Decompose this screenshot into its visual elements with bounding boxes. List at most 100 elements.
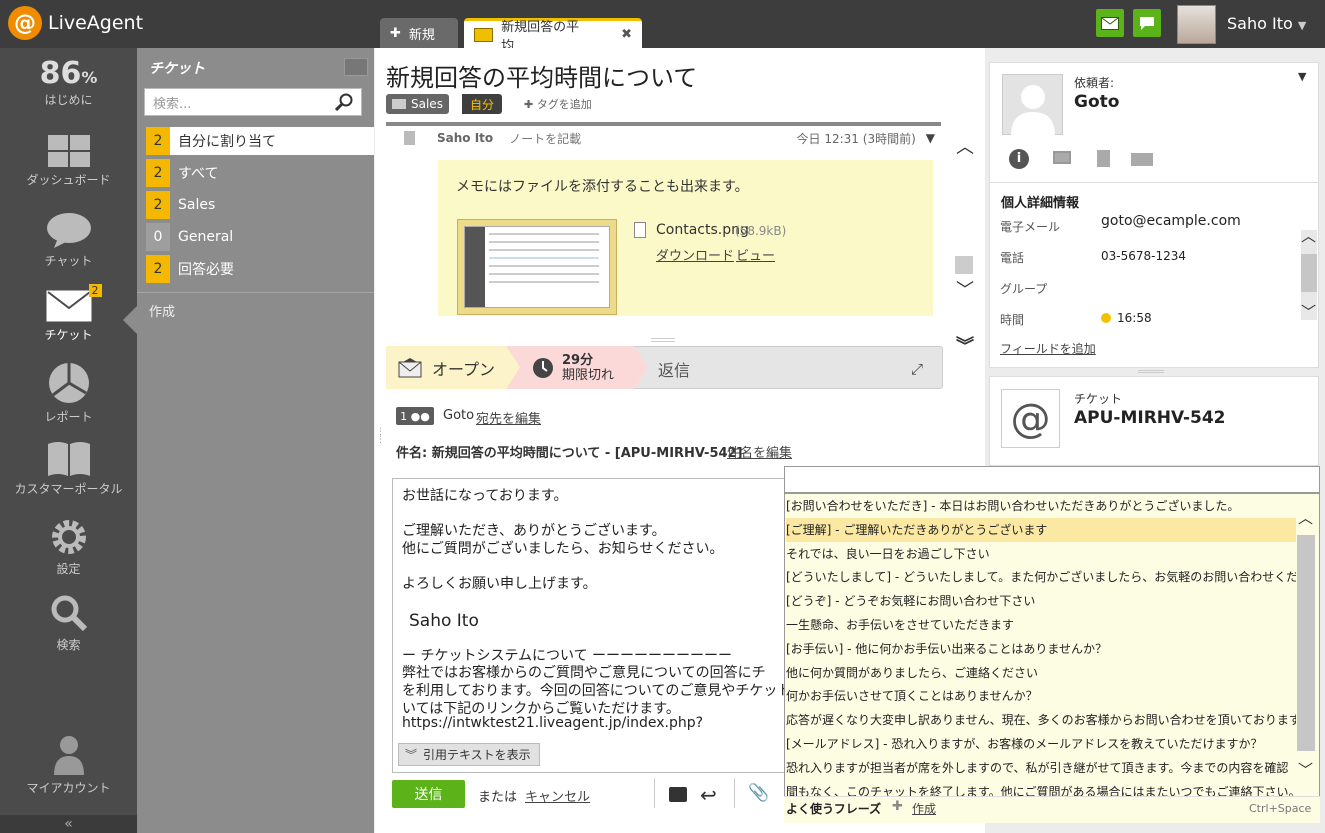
scroll-up-icon[interactable]: ︿ — [956, 139, 974, 157]
resize-grip-icon[interactable]: ⋮ ⋮ — [376, 428, 385, 445]
app-name: LiveAgent — [48, 12, 144, 34]
canned-message-item[interactable]: [どういたしまして] - どういたしまして。また何かございましたら、お気軽のお問… — [786, 565, 1296, 589]
arrow-separator — [634, 346, 648, 389]
field-label-email: 電子メール — [1000, 220, 1061, 234]
canned-message-item[interactable]: 一生懸命、お手伝いをさせていただきます — [786, 613, 1296, 637]
note-header: Saho Ito ノートを記載 今日 12:31 (3時間前) ▼ — [386, 122, 941, 150]
canned-message-item[interactable]: [お問い合わせをいただき] - 本日はお問い合わせいただきありがとうございました… — [786, 494, 1296, 518]
tab-new[interactable]: ✚ 新規 — [380, 18, 458, 48]
ticket-title: 新規回答の平均時間について — [386, 64, 698, 92]
chevron-down-icon[interactable]: ▼ — [926, 131, 935, 145]
reply-editor[interactable]: お世話になっております。 ご理解いただき、ありがとうございます。 他にご質問がご… — [392, 478, 785, 773]
nav-tickets[interactable]: 2 チケット — [0, 284, 137, 343]
new-chat-button[interactable] — [1133, 9, 1161, 37]
attachment-icon[interactable]: 📎 — [748, 783, 769, 803]
filter-all[interactable]: 2 すべて — [146, 159, 374, 187]
chevron-down-icon[interactable]: ▼ — [1298, 70, 1306, 83]
canned-messages-icon[interactable] — [669, 787, 687, 802]
divider — [137, 292, 374, 293]
info-icon[interactable]: i — [1009, 149, 1029, 169]
percent-sign: % — [81, 68, 98, 87]
double-chevron-left-icon: « — [64, 816, 73, 832]
filter-count: 2 — [146, 255, 170, 283]
filter-general[interactable]: 0 General — [146, 223, 374, 251]
scrollbar-thumb[interactable] — [1301, 254, 1317, 292]
send-button[interactable]: 送信 — [392, 780, 465, 808]
nav-my-account[interactable]: マイアカウント — [0, 735, 137, 796]
edit-subject-link[interactable]: 件名を編集 — [727, 442, 792, 461]
edit-recipients-link[interactable]: 宛先を編集 — [476, 408, 541, 427]
note-text: メモにはファイルを添付することも出来ます。 — [456, 179, 749, 195]
nav-dashboard[interactable]: ダッシュボード — [0, 135, 137, 188]
scrollbar-thumb[interactable] — [955, 256, 973, 274]
app-logo[interactable]: @ LiveAgent — [8, 6, 143, 40]
attachment-thumbnail[interactable] — [457, 219, 617, 315]
note-author: Saho Ito — [437, 131, 494, 145]
user-avatar[interactable] — [1177, 5, 1216, 44]
collapse-nav-button[interactable]: « — [0, 815, 137, 833]
create-filter-link[interactable]: 作成 — [149, 301, 175, 320]
scroll-up-icon[interactable]: ︿ — [1298, 511, 1313, 526]
canned-message-item[interactable]: [どうぞ] - どうぞお気軽にお問い合わせ下さい — [786, 589, 1296, 613]
user-menu[interactable]: Saho Ito ▼ — [1227, 14, 1306, 33]
status-open[interactable]: オープン — [386, 346, 506, 389]
canned-message-search[interactable] — [784, 466, 1320, 493]
tab-new-label: 新規 — [408, 27, 435, 43]
filter-search-input[interactable]: 検索... — [144, 88, 362, 116]
filter-sales[interactable]: 2 Sales — [146, 191, 374, 219]
divider — [734, 778, 735, 808]
canned-message-item[interactable]: それでは、良い一日をお過ごし下さい — [786, 542, 1296, 566]
scroll-up-icon[interactable]: ︿ — [1301, 229, 1316, 244]
nav-reports[interactable]: レポート — [0, 362, 137, 425]
canned-message-item[interactable]: [メールアドレス] - 恐れ入りますが、お客様のメールアドレスを教えていただけま… — [786, 732, 1296, 756]
new-email-button[interactable] — [1096, 9, 1124, 37]
view-link[interactable]: ビュー — [736, 245, 775, 264]
show-quoted-text-button[interactable]: ︾ 引用テキストを表示 — [398, 743, 540, 766]
details-title: 個人詳細情報 — [1001, 196, 1080, 211]
requester-name: Goto — [1074, 92, 1120, 112]
nav-getting-started[interactable]: 86% はじめに — [0, 56, 137, 108]
or-text: または — [478, 790, 518, 805]
canned-message-item[interactable]: [ご理解] - ご理解いただきありがとうございます — [786, 517, 1296, 542]
nav-customer-portal[interactable]: カスタマーポータル — [0, 440, 137, 497]
nav-chat[interactable]: チャット — [0, 212, 137, 269]
scroll-down-icon[interactable]: ﹀ — [1301, 305, 1316, 320]
filter-needs-reply[interactable]: 2 回答必要 — [146, 255, 374, 283]
resize-handle[interactable] — [1138, 370, 1164, 373]
nav-search[interactable]: 検索 — [0, 594, 137, 653]
filter-assigned-to-me[interactable]: 2 自分に割り当て — [146, 127, 374, 155]
recipient-count: 1 — [400, 409, 408, 423]
scroll-down-icon[interactable]: ﹀ — [1298, 763, 1313, 778]
reply-icon[interactable]: ↩ — [700, 783, 717, 807]
nav-label: レポート — [44, 410, 93, 424]
resize-handle[interactable] — [651, 338, 675, 342]
mail-icon[interactable] — [1131, 153, 1153, 166]
cancel-link[interactable]: キャンセル — [525, 786, 590, 805]
canned-message-item[interactable]: 恐れ入りますが担当者が席を外しますので、私が引き継がせて頂きます。今までの内容を… — [786, 756, 1296, 780]
panel-toggle-icon[interactable] — [344, 58, 368, 76]
search-icon[interactable] — [335, 93, 353, 111]
chat-bubble-icon — [46, 213, 91, 248]
scrollbar-thumb[interactable] — [1297, 535, 1315, 751]
owner-tag[interactable]: 自分 — [462, 94, 503, 114]
document-icon[interactable] — [1097, 150, 1110, 167]
close-icon[interactable]: ✖ — [621, 27, 632, 42]
department-tag[interactable]: Sales — [386, 94, 449, 114]
add-field-link[interactable]: フィールドを追加 — [1000, 340, 1096, 357]
monitor-icon[interactable] — [1053, 151, 1071, 164]
fullscreen-icon[interactable]: ⤢ — [911, 360, 923, 378]
expand-all-icon[interactable]: ︾ — [956, 338, 974, 356]
status-reply[interactable]: 返信 — [658, 357, 690, 381]
canned-create-link[interactable]: 作成 — [912, 800, 936, 817]
nav-label: マイアカウント — [26, 781, 111, 795]
canned-message-item[interactable]: 何かお手伝いさせて頂くことはありませんか？ — [786, 684, 1296, 708]
add-tag-button[interactable]: ✚ タグを追加 — [524, 96, 592, 112]
tab-ticket[interactable]: 新規回答の平均... ✖ — [464, 18, 642, 54]
scroll-down-icon[interactable]: ﹀ — [956, 282, 974, 300]
field-label-group: グループ — [1000, 282, 1048, 296]
download-link[interactable]: ダウンロード — [656, 245, 734, 264]
nav-settings[interactable]: 設定 — [0, 518, 137, 577]
canned-message-item[interactable]: 応答が遅くなり大変申し訳ありません、現在、多くのお客様からお問い合わせを頂いてお… — [786, 708, 1296, 732]
canned-message-item[interactable]: 他に何か質問がありましたら、ご連絡ください — [786, 661, 1296, 685]
canned-message-item[interactable]: [お手伝い] - 他に何かお手伝い出来ることはありませんか？ — [786, 637, 1296, 661]
